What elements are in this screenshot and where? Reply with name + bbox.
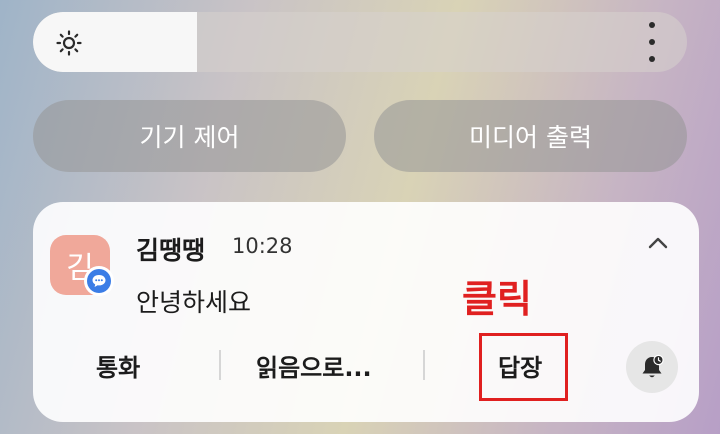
action-divider [219, 350, 221, 380]
message-preview: 안녕하세요 [136, 288, 252, 317]
notification-time: 10:28 [232, 234, 293, 258]
message-app-badge [84, 266, 114, 296]
notification-card[interactable] [33, 202, 699, 422]
sender-name: 김땡땡 [136, 236, 206, 265]
media-output-label: 미디어 출력 [469, 123, 592, 152]
media-output-button[interactable]: 미디어 출력 [374, 100, 687, 172]
brightness-slider[interactable] [33, 12, 687, 72]
reply-highlight-box [479, 333, 568, 401]
snooze-button[interactable] [626, 341, 678, 393]
call-label: 통화 [96, 354, 141, 382]
device-control-label: 기기 제어 [139, 123, 240, 152]
more-options-icon[interactable] [640, 22, 664, 62]
device-control-button[interactable]: 기기 제어 [33, 100, 346, 172]
action-divider [423, 350, 425, 380]
chevron-up-icon[interactable] [646, 232, 670, 254]
click-annotation: 클릭 [462, 277, 532, 321]
chat-bubble-icon [92, 275, 106, 287]
sun-icon [56, 30, 82, 56]
mark-read-button[interactable]: 읽음으로... [256, 348, 372, 383]
call-button[interactable]: 통화 [96, 348, 140, 383]
bell-snooze-icon [642, 354, 664, 378]
mark-read-label: 읽음으로... [256, 354, 372, 382]
